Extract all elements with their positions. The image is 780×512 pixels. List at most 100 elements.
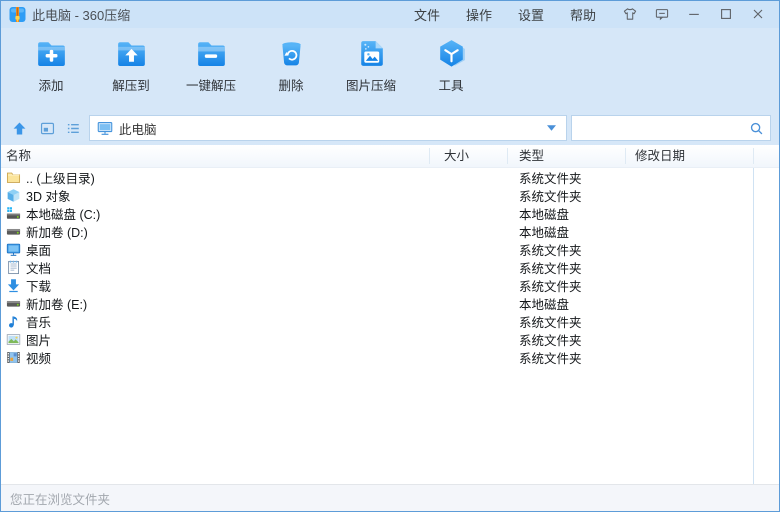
file-row[interactable]: 文档 系统文件夹 bbox=[1, 258, 779, 276]
close-icon bbox=[750, 6, 766, 22]
search-box[interactable] bbox=[571, 115, 771, 141]
file-type: 系统文件夹 bbox=[517, 330, 633, 349]
file-name: 下载 bbox=[26, 276, 51, 295]
up-button[interactable] bbox=[9, 117, 29, 139]
column-header-size[interactable]: 大小 bbox=[444, 145, 469, 167]
folder-extract-icon bbox=[113, 35, 150, 72]
file-name: 新加卷 (D:) bbox=[26, 222, 88, 241]
up-arrow-icon bbox=[11, 120, 28, 137]
cube-3d-icon bbox=[6, 188, 21, 203]
folder-up-icon bbox=[6, 170, 21, 185]
file-type: 本地磁盘 bbox=[517, 204, 633, 223]
file-type: 系统文件夹 bbox=[517, 312, 633, 331]
address-path: 此电脑 bbox=[119, 119, 540, 138]
file-name-cell: 音乐 bbox=[1, 312, 444, 331]
minimize-button[interactable] bbox=[683, 3, 705, 25]
file-row[interactable]: 音乐 系统文件夹 bbox=[1, 312, 779, 330]
drive-icon bbox=[6, 224, 21, 239]
computer-icon bbox=[96, 119, 114, 137]
pictures-icon bbox=[6, 332, 21, 347]
menu-settings[interactable]: 设置 bbox=[518, 8, 544, 23]
file-name: 音乐 bbox=[26, 312, 51, 331]
view-icon bbox=[39, 120, 56, 137]
file-name: 文档 bbox=[26, 258, 51, 277]
view-mode-button[interactable] bbox=[37, 117, 57, 139]
column-separator[interactable] bbox=[625, 148, 626, 164]
toolbar-button-label: 解压到 bbox=[112, 75, 150, 94]
documents-icon bbox=[6, 260, 21, 275]
file-name: 3D 对象 bbox=[26, 186, 70, 205]
toolbar-button-label: 添加 bbox=[38, 75, 63, 94]
image-compress-icon bbox=[353, 35, 390, 72]
search-icon bbox=[749, 121, 764, 136]
column-header-type[interactable]: 类型 bbox=[519, 145, 544, 167]
file-name-cell: 下载 bbox=[1, 276, 444, 295]
menu-help[interactable]: 帮助 bbox=[570, 8, 596, 23]
file-row[interactable]: 桌面 系统文件夹 bbox=[1, 240, 779, 258]
file-type: 系统文件夹 bbox=[517, 348, 633, 367]
shirt-icon bbox=[622, 6, 638, 22]
file-row[interactable]: 视频 系统文件夹 bbox=[1, 348, 779, 366]
delete-button[interactable]: 删除 bbox=[251, 35, 331, 94]
toolbar-button-label: 工具 bbox=[438, 75, 463, 94]
status-bar: 您正在浏览文件夹 bbox=[1, 484, 779, 511]
file-name: 新加卷 (E:) bbox=[26, 294, 87, 313]
file-row[interactable]: .. (上级目录) 系统文件夹 bbox=[1, 168, 779, 186]
column-separator[interactable] bbox=[507, 148, 508, 164]
menu-operation[interactable]: 操作 bbox=[466, 8, 492, 23]
music-icon bbox=[6, 314, 21, 329]
title-bar: 此电脑 - 360压缩 文件 操作 设置 帮助 bbox=[1, 1, 779, 28]
maximize-button[interactable] bbox=[715, 3, 737, 25]
file-row[interactable]: 新加卷 (D:) 本地磁盘 bbox=[1, 222, 779, 240]
file-name-cell: 新加卷 (D:) bbox=[1, 222, 444, 241]
downloads-icon bbox=[6, 278, 21, 293]
tools-button[interactable]: 工具 bbox=[411, 35, 491, 94]
list-header: 名称 大小 类型 修改日期 bbox=[1, 145, 779, 168]
search-input[interactable] bbox=[578, 120, 749, 136]
address-field[interactable]: 此电脑 bbox=[89, 115, 567, 141]
extract-to-button[interactable]: 解压到 bbox=[91, 35, 171, 94]
maximize-icon bbox=[718, 6, 734, 22]
app-window: 此电脑 - 360压缩 文件 操作 设置 帮助 添加 解压到 一键解压 删除 图片压缩… bbox=[0, 0, 780, 512]
file-type: 系统文件夹 bbox=[517, 276, 633, 295]
column-header-name[interactable]: 名称 bbox=[6, 145, 31, 167]
file-type: 系统文件夹 bbox=[517, 168, 633, 187]
file-type: 本地磁盘 bbox=[517, 222, 633, 241]
add-button[interactable]: 添加 bbox=[11, 35, 91, 94]
folder-add-icon bbox=[33, 35, 70, 72]
feedback-icon bbox=[654, 6, 670, 22]
list-mode-button[interactable] bbox=[63, 117, 83, 139]
drive-icon bbox=[6, 296, 21, 311]
videos-icon bbox=[6, 350, 21, 365]
menu-file[interactable]: 文件 bbox=[414, 8, 440, 23]
close-button[interactable] bbox=[747, 3, 769, 25]
column-separator[interactable] bbox=[753, 148, 754, 164]
menu-bar: 文件 操作 设置 帮助 bbox=[401, 5, 609, 25]
trash-icon bbox=[273, 35, 310, 72]
file-name: .. (上级目录) bbox=[26, 168, 95, 187]
file-row[interactable]: 图片 系统文件夹 bbox=[1, 330, 779, 348]
one-click-extract-button[interactable]: 一键解压 bbox=[171, 35, 251, 94]
minimize-icon bbox=[686, 6, 702, 22]
file-name-cell: 3D 对象 bbox=[1, 186, 444, 205]
image-compress-button[interactable]: 图片压缩 bbox=[331, 35, 411, 94]
file-name: 图片 bbox=[26, 330, 51, 349]
file-row[interactable]: 3D 对象 系统文件夹 bbox=[1, 186, 779, 204]
address-dropdown-button[interactable] bbox=[540, 116, 562, 140]
column-separator[interactable] bbox=[429, 148, 430, 164]
toolbar-button-label: 删除 bbox=[278, 75, 303, 94]
file-name-cell: 视频 bbox=[1, 348, 444, 367]
address-bar: 此电脑 bbox=[1, 111, 779, 145]
file-row[interactable]: 本地磁盘 (C:) 本地磁盘 bbox=[1, 204, 779, 222]
skin-button[interactable] bbox=[619, 3, 641, 25]
feedback-button[interactable] bbox=[651, 3, 673, 25]
file-row[interactable]: 新加卷 (E:) 本地磁盘 bbox=[1, 294, 779, 312]
toolbar-button-label: 图片压缩 bbox=[346, 75, 396, 94]
chevron-down-icon bbox=[547, 125, 556, 131]
file-name-cell: 文档 bbox=[1, 258, 444, 277]
file-row[interactable]: 下载 系统文件夹 bbox=[1, 276, 779, 294]
column-header-date[interactable]: 修改日期 bbox=[635, 145, 685, 167]
window-title: 此电脑 - 360压缩 bbox=[32, 5, 130, 24]
file-name-cell: 图片 bbox=[1, 330, 444, 349]
status-text: 您正在浏览文件夹 bbox=[10, 489, 110, 508]
